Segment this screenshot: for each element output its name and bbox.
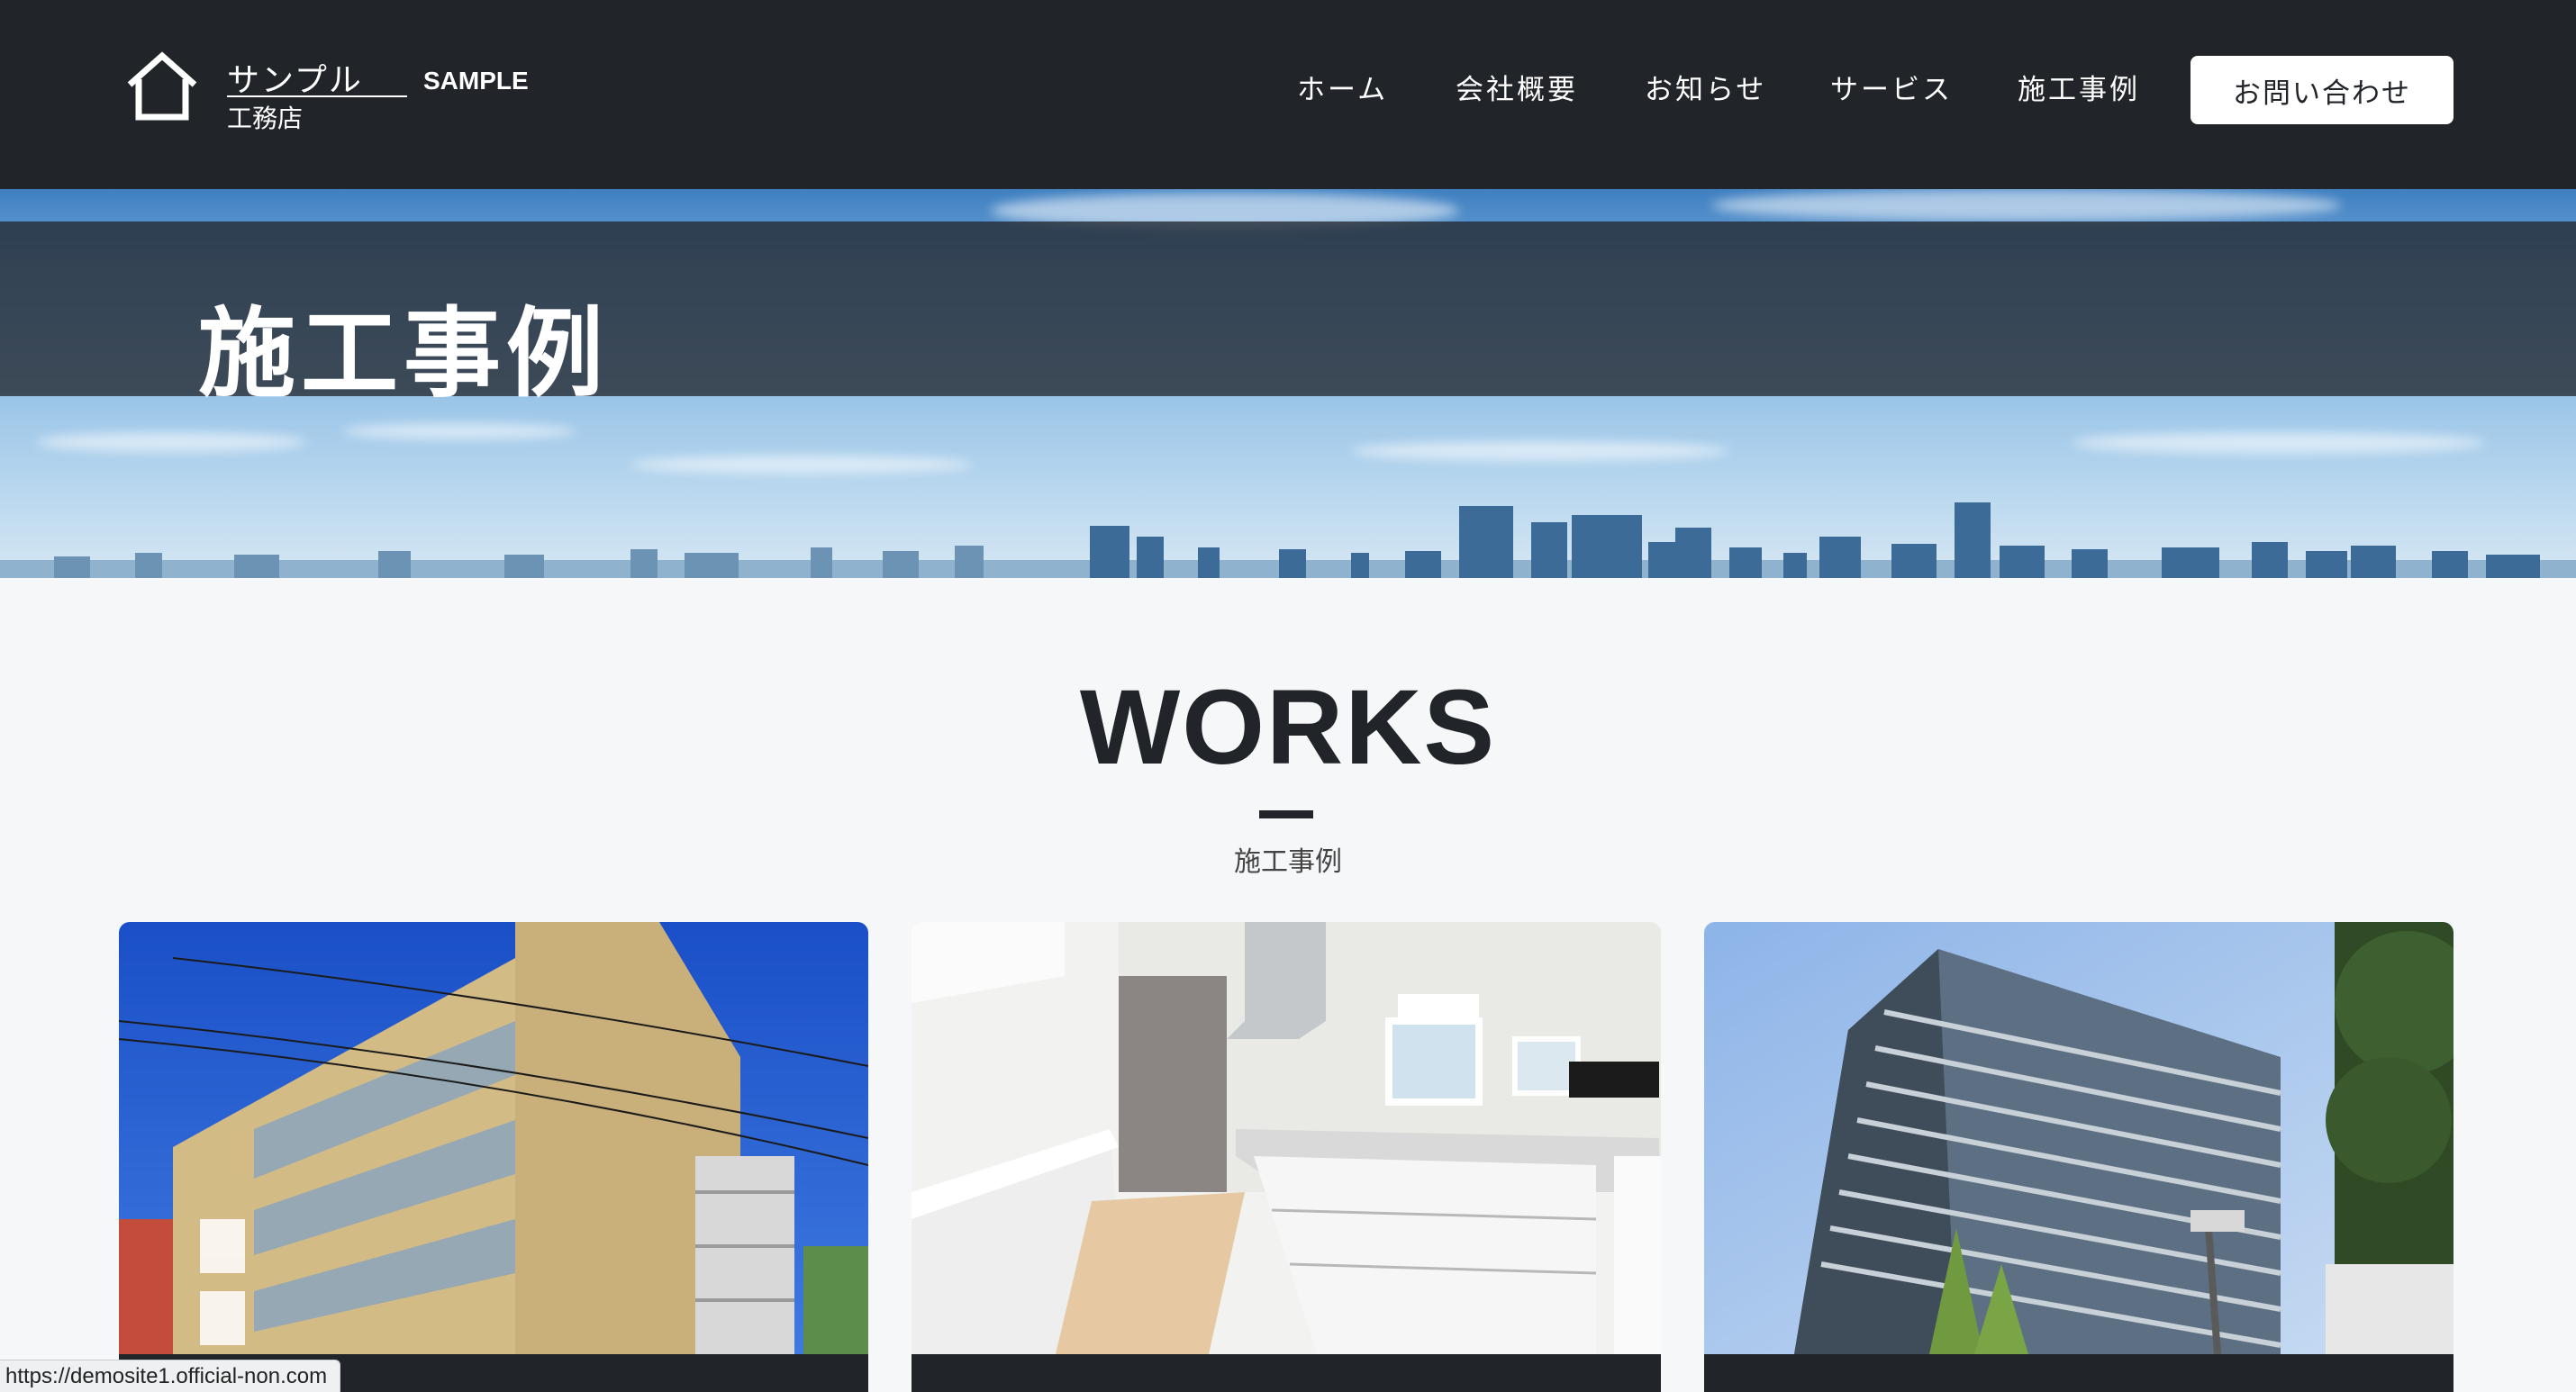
kitchen-interior-photo (912, 922, 1661, 1354)
nav-news[interactable]: お知らせ (1645, 56, 1766, 124)
work-card-kitchen[interactable] (912, 922, 1661, 1392)
works-heading: WORKS (1079, 668, 1497, 787)
hero-cloud (1351, 441, 1729, 461)
nav-home[interactable]: ホーム (1297, 56, 1388, 124)
page-title: 施工事例 (198, 297, 610, 411)
work-card-office[interactable] (1704, 922, 2454, 1392)
office-tower-photo (1704, 922, 2454, 1354)
works-subheading: 施工事例 (1234, 846, 1342, 878)
works-heading-divider (1259, 810, 1313, 818)
card-footer (912, 1354, 1661, 1392)
browser-status-url: https://demosite1.official-non.com (0, 1360, 341, 1392)
apartment-building-photo (119, 922, 868, 1354)
hero-cloud (2072, 432, 2486, 454)
main-nav: ホーム 会社概要 お知らせ サービス 施工事例 (0, 56, 2576, 124)
site-header: サンプル 工務店 SAMPLE ホーム 会社概要 お知らせ サービス 施工事例 … (0, 0, 2576, 189)
city-skyline-image (0, 502, 2576, 578)
contact-button[interactable]: お問い合わせ (2191, 56, 2454, 124)
nav-company[interactable]: 会社概要 (1456, 56, 1578, 124)
hero-cloud (1711, 189, 2342, 221)
hero-banner: 施工事例 (0, 189, 2576, 578)
nav-works[interactable]: 施工事例 (2018, 56, 2140, 124)
hero-title-band: 施工事例 (0, 221, 2576, 411)
nav-services[interactable]: サービス (1830, 56, 1953, 124)
card-footer (1704, 1354, 2454, 1392)
hero-cloud (342, 423, 576, 439)
hero-cloud (36, 432, 306, 452)
work-card-apartment[interactable] (119, 922, 868, 1392)
